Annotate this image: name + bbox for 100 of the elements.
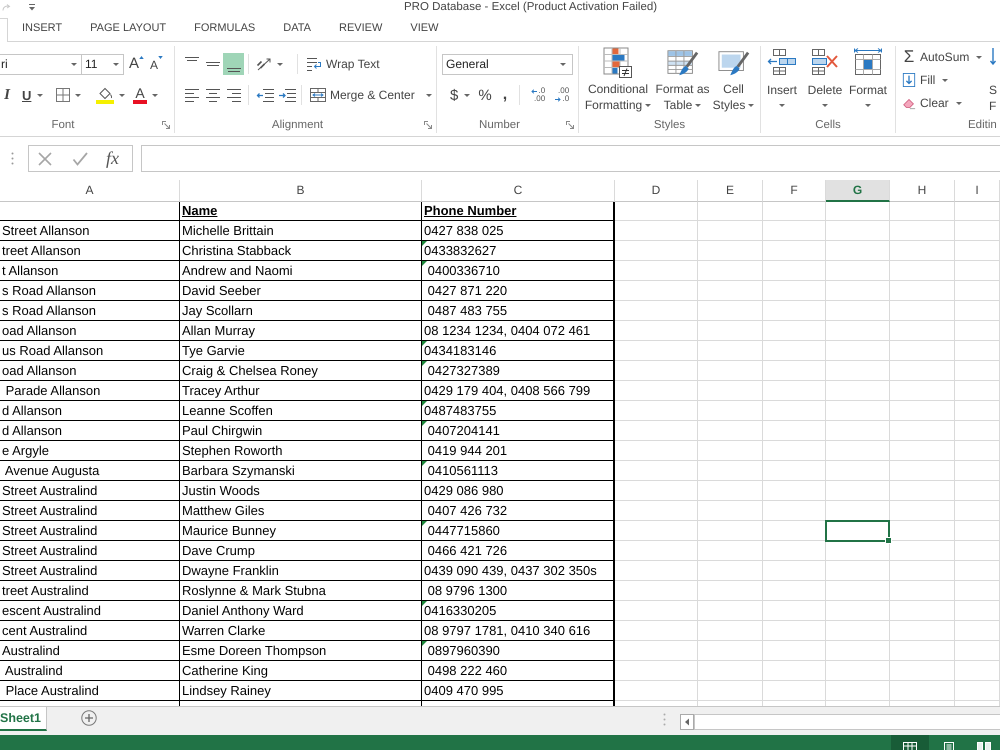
diagonal-arrow-icon [256,57,272,71]
table-cell: Christina Stabback [182,243,292,258]
align-bottom-button[interactable] [223,53,244,75]
ribbon-tab[interactable]: DATA [269,15,325,41]
column-header[interactable]: B [180,180,422,202]
insert-cells-icon [767,48,797,76]
caret-icon [119,94,126,96]
fill-color-button[interactable] [96,86,126,104]
table-cell: Street Australind [2,563,98,578]
dialog-launcher-icon[interactable] [162,121,170,129]
increase-indent-icon[interactable] [278,88,296,102]
autosum-button[interactable]: Σ AutoSum [902,47,982,67]
table-cell-text: 08 9796 1300 [426,583,508,598]
format-as-table-button[interactable]: Format as Table [653,47,712,117]
formula-input[interactable] [141,145,1000,172]
table-cell: Tracey Arthur [182,383,260,398]
table-cell: 0409 470 995 [424,683,504,698]
column-header[interactable]: C [422,180,615,202]
table-cell: Warren Clarke [182,623,266,638]
grip-icon[interactable] [11,152,14,165]
shrink-font-button[interactable]: A [150,54,164,74]
sort-filter-button[interactable]: S F [989,47,997,117]
ribbon-tab[interactable]: VIEW [396,15,453,41]
grid-width-arrow-icon [853,48,883,76]
percent-button[interactable]: % [478,86,492,104]
check-icon[interactable] [72,150,88,166]
scroll-left-icon[interactable] [680,714,694,730]
column-header[interactable]: E [698,180,763,202]
caret-icon [560,62,566,66]
caret-icon [71,62,77,66]
align-right-icon [226,88,240,102]
wrap-text-button[interactable]: Wrap Text [306,57,380,71]
selected-cell[interactable] [825,520,890,542]
table-cell: Barbara Szymanski [182,463,295,478]
fill-down-icon [902,73,916,87]
grow-font-button[interactable]: A [129,54,144,74]
ribbon-tab[interactable]: PAGE LAYOUT [76,15,180,41]
triangle-down-icon [158,56,164,59]
delete-cells-button[interactable]: Delete [803,47,847,117]
insert-function-button[interactable]: fx [106,148,119,169]
orientation-button[interactable] [256,57,286,71]
ribbon-tab[interactable]: REVIEW [325,15,396,41]
comma-button[interactable]: , [502,86,508,104]
table-cell: d Allanson [2,423,62,438]
column-header[interactable]: H [890,180,955,202]
page-view-icon[interactable] [942,742,956,750]
currency-button[interactable]: $ [450,86,470,104]
two-pages-icon[interactable] [977,742,991,750]
table-cell-text: 0419 944 201 [426,443,508,458]
ribbon-tab[interactable]: INSERT [8,15,76,41]
increase-decimal-button[interactable]: .0 .00 [526,87,546,103]
ribbon-tab[interactable]: FORMULAS [180,15,270,41]
underline-button[interactable]: U [22,88,44,102]
customize-icon[interactable] [28,4,36,10]
grip-icon[interactable] [663,713,666,726]
table-cell: Street Australind [2,503,98,518]
table-cell-text: 0427 871 220 [426,283,508,298]
clear-button[interactable]: Clear [902,93,962,113]
column-header[interactable]: G [826,180,890,202]
table-cell: Daniel Anthony Ward [182,603,304,618]
wrap-text-icon [306,57,322,71]
table-cell: treet Australind [2,583,89,598]
decrease-decimal-button[interactable]: .00 .0 [550,87,570,103]
number-format-dropdown[interactable]: General [442,54,573,74]
font-size-dropdown[interactable]: 11 [81,54,124,74]
group-label: Number [479,119,520,131]
eraser-icon [902,96,916,110]
table-cell: 0439 090 439, 0437 302 350s [424,563,597,578]
dialog-launcher-icon[interactable] [424,121,432,129]
horizontal-scrollbar[interactable] [694,714,1000,730]
decrease-indent-icon[interactable] [256,88,274,102]
arrow-right-icon [555,96,562,102]
italic-button[interactable]: I [2,86,12,104]
table-cell: 0429 086 980 [424,483,504,498]
group-label: Alignment [272,119,324,131]
table-cell: 0487483755 [424,403,496,418]
table-cell-text: 0410561113 [426,463,498,478]
column-header[interactable]: A [0,180,180,202]
font-name-dropdown[interactable]: ri [0,54,82,74]
table-cell: Leanne Scoffen [182,403,273,418]
table-cell-text: 0447715860 [426,523,500,538]
grid-view-icon[interactable] [903,742,917,750]
cell-styles-button[interactable]: Cell Styles [712,47,755,117]
fill-handle[interactable] [885,537,892,544]
insert-cells-button[interactable]: Insert [761,47,803,117]
table-cell: Australind [2,643,60,658]
group-label: Font [51,119,74,131]
table-cell: Paul Chirgwin [182,423,262,438]
fill-button[interactable]: Fill [902,70,948,90]
add-sheet-icon[interactable] [81,710,97,726]
format-cells-button[interactable]: Format [847,47,889,117]
conditional-formatting-button[interactable]: Conditional Formatting [583,47,653,117]
column-header[interactable]: D [615,180,698,202]
merge-center-button[interactable]: Merge & Center [310,88,432,102]
column-header[interactable]: I [955,180,1000,202]
dialog-launcher-icon[interactable] [566,121,574,129]
borders-button[interactable] [56,88,82,102]
sheet-tab[interactable]: Sheet1 [0,707,47,731]
font-color-button[interactable]: A [133,86,158,104]
column-header[interactable]: F [763,180,826,202]
